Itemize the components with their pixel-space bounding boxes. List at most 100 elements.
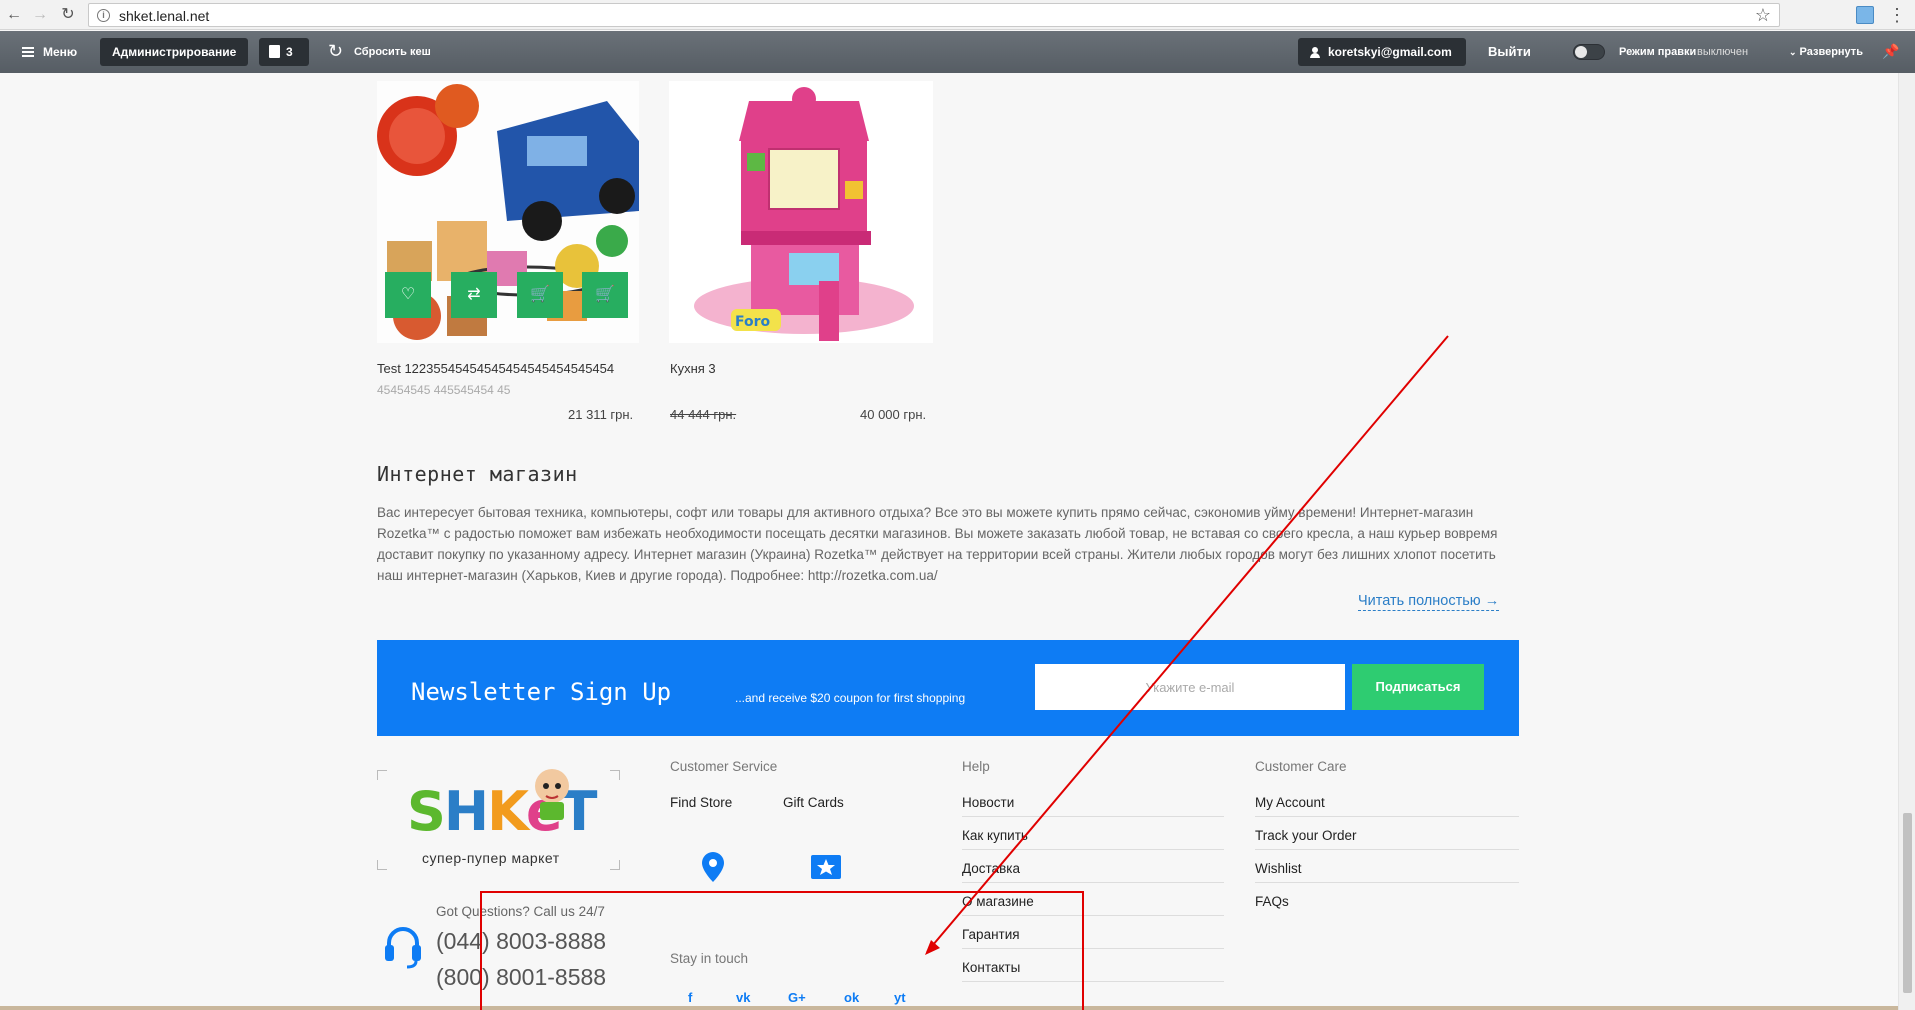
expand-button[interactable]: ⌄ Развернуть: [1789, 31, 1863, 73]
care-link-faqs[interactable]: FAQs: [1255, 894, 1289, 909]
product-price-1: 21 311 грн.: [568, 407, 634, 422]
help-link-warranty[interactable]: Гарантия: [962, 927, 1020, 942]
divider: [1255, 882, 1519, 883]
product-price-2: 40 000 грн.: [860, 407, 927, 422]
menu-button[interactable]: Меню: [43, 31, 77, 73]
logo-letter: K: [487, 780, 528, 843]
divider: [962, 915, 1224, 916]
product-name-2[interactable]: Кухня 3: [670, 361, 716, 376]
customer-service-title: Customer Service: [670, 759, 778, 774]
headset-icon: [385, 927, 421, 969]
logo-tagline: супер-пупер маркет: [422, 850, 560, 866]
wishlist-heart-icon[interactable]: ♡: [385, 272, 431, 318]
add-to-cart-plus-icon[interactable]: 🛒: [517, 272, 563, 318]
product-old-price-2: 44 444 грн.: [670, 407, 737, 422]
product-image-kitchen[interactable]: Foro: [669, 81, 933, 343]
logo-letter: H: [443, 780, 489, 843]
find-store-link[interactable]: Find Store: [670, 795, 732, 810]
facebook-icon[interactable]: f: [688, 990, 692, 1005]
stay-in-touch-title: Stay in touch: [670, 951, 749, 966]
help-title: Help: [962, 759, 990, 774]
address-bar[interactable]: i shket.lenal.net ☆: [88, 3, 1780, 27]
care-link-account[interactable]: My Account: [1255, 795, 1325, 810]
edit-mode-state: выключен: [1697, 46, 1749, 58]
divider: [962, 816, 1224, 817]
care-link-wishlist[interactable]: Wishlist: [1255, 861, 1302, 876]
newsletter-banner: Newsletter Sign Up ...and receive $20 co…: [377, 640, 1519, 736]
customer-care-title: Customer Care: [1255, 759, 1347, 774]
divider: [1255, 849, 1519, 850]
divider: [962, 882, 1224, 883]
notifications-count: 3: [286, 45, 293, 59]
forward-icon[interactable]: →: [30, 5, 50, 25]
bookmark-star-icon[interactable]: ☆: [1755, 5, 1771, 26]
divider: [962, 948, 1224, 949]
phone-1[interactable]: (044) 8003-8888: [436, 928, 606, 955]
logout-button[interactable]: Выйти: [1488, 31, 1531, 73]
google-plus-icon[interactable]: G+: [788, 990, 806, 1005]
subscribe-button[interactable]: Подписаться: [1352, 664, 1484, 710]
newsletter-email-input[interactable]: [1035, 664, 1345, 710]
scrollbar-thumb[interactable]: [1903, 813, 1912, 993]
vk-icon[interactable]: vk: [736, 990, 750, 1005]
divider: [1255, 816, 1519, 817]
user-button[interactable]: koretskyi@gmail.com: [1298, 38, 1466, 66]
pin-icon[interactable]: 📌: [1882, 43, 1899, 60]
admin-button[interactable]: Администрирование: [100, 38, 249, 66]
reload-icon[interactable]: ↻: [58, 5, 78, 25]
annotation-arrowhead: [925, 940, 940, 955]
user-email: koretskyi@gmail.com: [1328, 45, 1452, 59]
browser-toolbar: ← → ↻ i shket.lenal.net ☆ ⋮: [0, 0, 1915, 30]
notifications-button[interactable]: 3: [259, 38, 309, 66]
help-link-contacts[interactable]: Контакты: [962, 960, 1020, 975]
logo-corner: [377, 860, 387, 870]
cart-icon[interactable]: 🛒: [582, 272, 628, 318]
help-link-how-to-buy[interactable]: Как купить: [962, 828, 1028, 843]
logo-letter: S: [407, 780, 446, 843]
help-link-about[interactable]: О магазине: [962, 894, 1034, 909]
browser-menu-icon[interactable]: ⋮: [1888, 5, 1906, 25]
extension-icon[interactable]: [1856, 6, 1874, 24]
shop-title: Интернет магазин: [377, 462, 578, 486]
odnoklassniki-icon[interactable]: ok: [844, 990, 859, 1005]
compare-icon[interactable]: ⇄: [451, 272, 497, 318]
product-desc-1: 45454545 445545454 45: [377, 383, 511, 397]
edit-mode-toggle[interactable]: [1573, 44, 1605, 60]
product-image-toys[interactable]: ♡ ⇄ 🛒 🛒: [377, 81, 639, 343]
divider: [962, 849, 1224, 850]
youtube-icon[interactable]: yt: [894, 990, 906, 1005]
info-icon[interactable]: i: [97, 9, 110, 22]
back-icon[interactable]: ←: [4, 5, 24, 25]
logo-corner: [610, 770, 620, 780]
newsletter-subtitle: ...and receive $20 coupon for first shop…: [735, 691, 966, 705]
divider: [962, 981, 1224, 982]
user-icon: [1310, 47, 1320, 58]
map-pin-icon[interactable]: [702, 852, 724, 882]
hamburger-icon[interactable]: [22, 47, 34, 57]
notification-icon: [269, 45, 280, 58]
care-link-track-order[interactable]: Track your Order: [1255, 828, 1357, 843]
help-link-news[interactable]: Новости: [962, 795, 1014, 810]
product-name-1[interactable]: Test 12235545454545454545454545454: [377, 361, 614, 376]
contact-label: Got Questions? Call us 24/7: [436, 904, 605, 919]
scrollbar[interactable]: [1898, 73, 1915, 1010]
expand-label: Развернуть: [1799, 46, 1863, 58]
read-more-link[interactable]: Читать полностью →: [1358, 593, 1500, 611]
shop-description: Вас интересует бытовая техника, компьюте…: [377, 505, 1498, 583]
help-link-delivery[interactable]: Доставка: [962, 861, 1020, 876]
url-text: shket.lenal.net: [119, 8, 210, 24]
taskbar-strip: [0, 1006, 1898, 1010]
chevron-down-icon: ⌄: [1789, 47, 1797, 57]
phone-2[interactable]: (800) 8001-8588: [436, 964, 606, 991]
gift-cards-link[interactable]: Gift Cards: [783, 795, 844, 810]
gift-card-icon[interactable]: [811, 855, 841, 879]
svg-text:Foro: Foro: [735, 314, 771, 330]
logo-corner: [610, 860, 620, 870]
footer-logo[interactable]: SHKeT супер-пупер маркет: [377, 769, 620, 870]
page: ← → ↻ i shket.lenal.net ☆ ⋮ Меню Админис…: [0, 0, 1915, 1010]
newsletter-title: Newsletter Sign Up: [411, 678, 672, 706]
admin-toolbar: Меню Администрирование 3 ↻ Сбросить кеш …: [0, 31, 1915, 73]
clear-cache-button[interactable]: Сбросить кеш: [354, 31, 431, 73]
kitchen-illustration: Foro: [669, 81, 933, 343]
refresh-icon[interactable]: ↻: [328, 42, 343, 60]
